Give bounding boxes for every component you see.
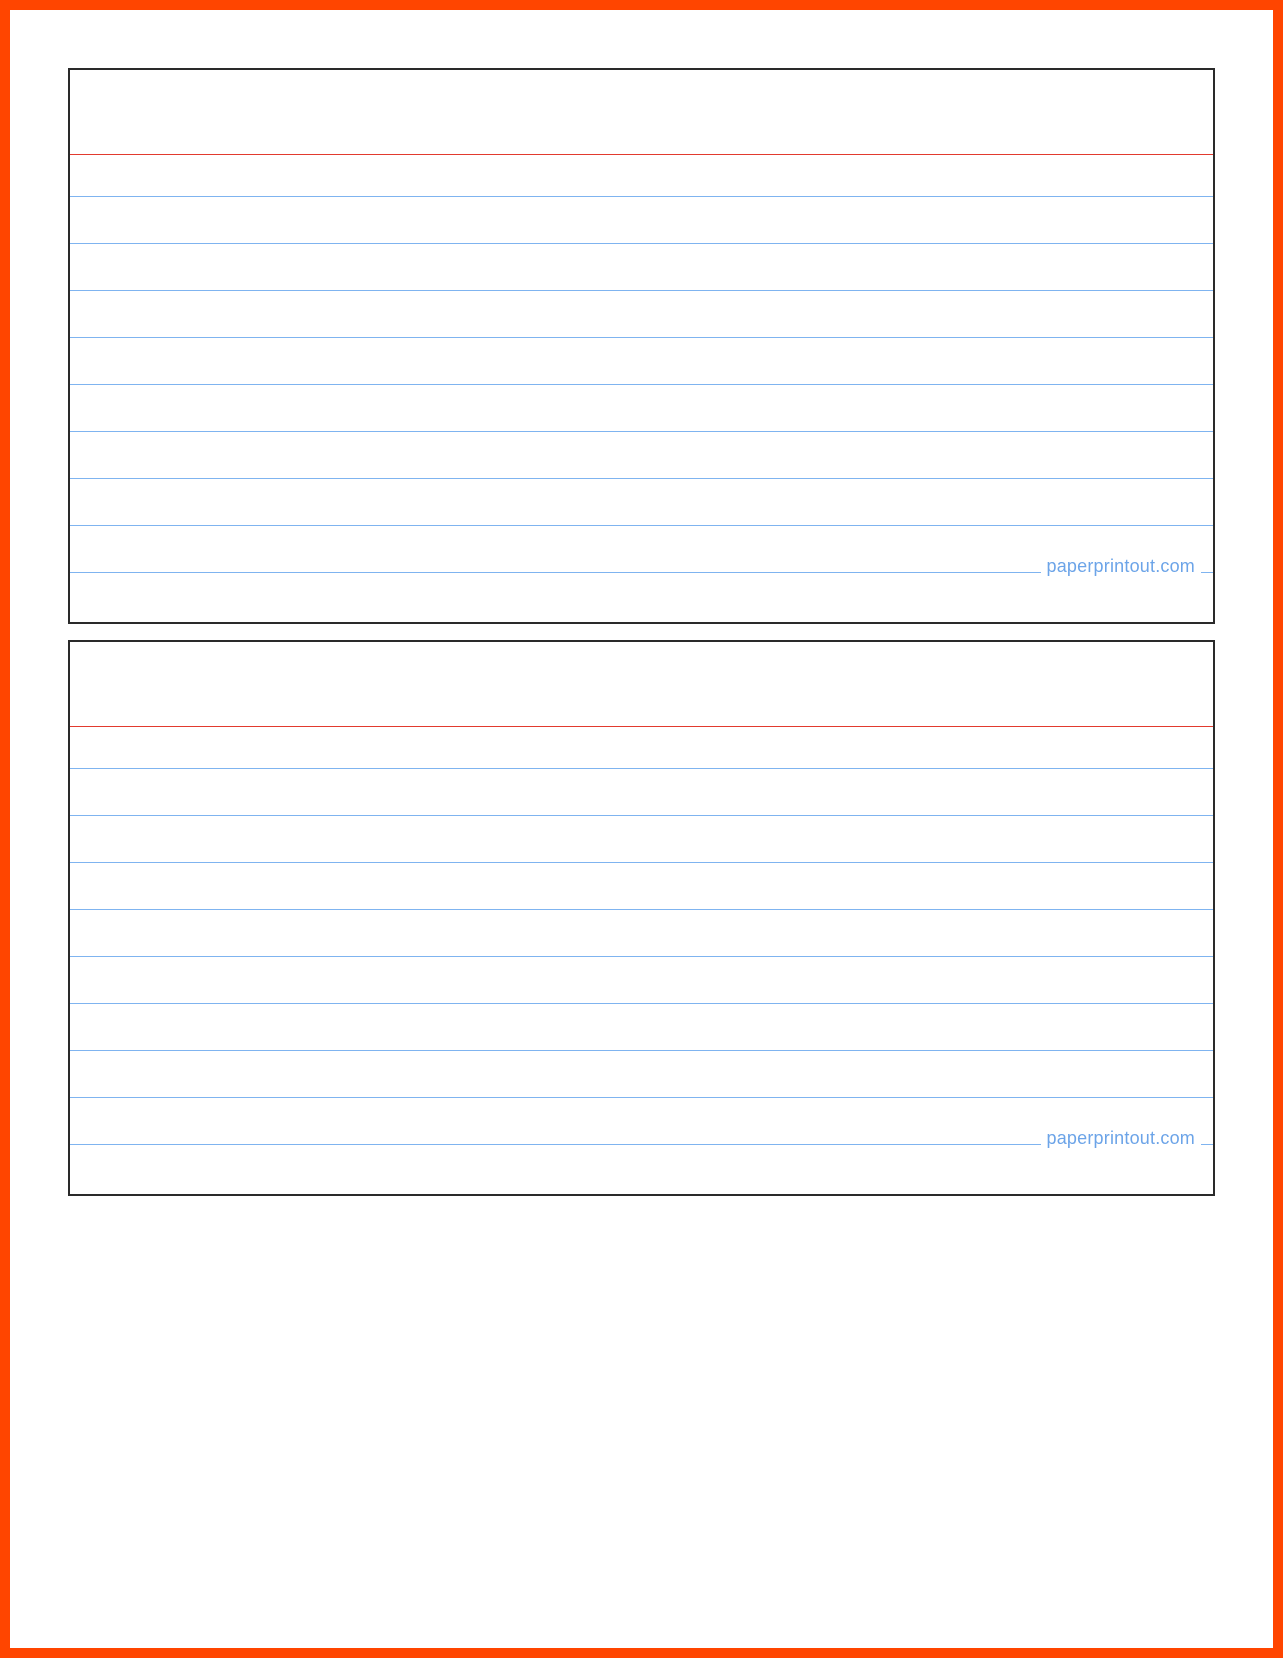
ruled-line: [70, 155, 1213, 197]
page-container: paperprintout.com paperprintout.com: [10, 10, 1273, 1648]
ruled-line: [70, 385, 1213, 432]
ruled-line: [70, 338, 1213, 385]
ruled-line: paperprintout.com: [70, 1098, 1213, 1145]
card-header-space: [70, 642, 1213, 726]
ruled-line: paperprintout.com: [70, 526, 1213, 573]
card-gap: [68, 624, 1215, 640]
index-card-bottom: paperprintout.com: [68, 640, 1215, 1196]
ruled-line: [70, 910, 1213, 957]
watermark-text: paperprintout.com: [1041, 556, 1201, 577]
ruled-line: [70, 957, 1213, 1004]
card-ruled-lines: paperprintout.com: [70, 727, 1213, 1145]
ruled-line: [70, 291, 1213, 338]
index-card-top: paperprintout.com: [68, 68, 1215, 624]
ruled-line: [70, 769, 1213, 816]
watermark-text: paperprintout.com: [1041, 1128, 1201, 1149]
ruled-line: [70, 1051, 1213, 1098]
ruled-line: [70, 727, 1213, 769]
card-ruled-lines: paperprintout.com: [70, 155, 1213, 573]
ruled-line: [70, 432, 1213, 479]
ruled-line: [70, 479, 1213, 526]
ruled-line: [70, 863, 1213, 910]
ruled-line: [70, 197, 1213, 244]
ruled-line: [70, 816, 1213, 863]
ruled-line: [70, 1004, 1213, 1051]
ruled-line: [70, 244, 1213, 291]
card-header-space: [70, 70, 1213, 154]
